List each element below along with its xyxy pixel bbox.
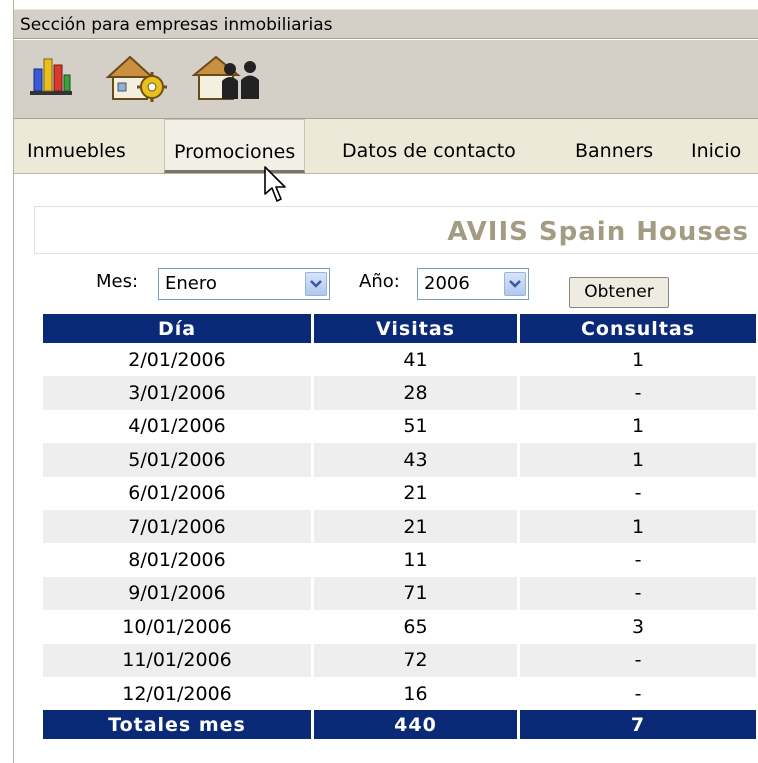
cell-consultas: - [634, 482, 642, 505]
cell-visitas: 65 [403, 615, 428, 638]
cell-consultas: - [520, 643, 756, 677]
cell-dia: 8/01/2006 [128, 549, 226, 572]
chevron-down-icon[interactable] [305, 272, 327, 296]
house-people-icon[interactable] [191, 53, 266, 103]
month-value: Enero [165, 273, 217, 294]
cell-dia: 5/01/2006 [43, 443, 311, 477]
table-row: 7/01/2006 21 1 [43, 509, 756, 544]
cell-visitas: 16 [403, 682, 428, 705]
cell-dia: 11/01/2006 [43, 643, 311, 677]
house-gear-icon[interactable] [104, 53, 170, 103]
cell-visitas: 43 [314, 443, 517, 477]
table-row: 11/01/2006 72- [43, 643, 756, 677]
cell-dia: 9/01/2006 [43, 576, 311, 611]
cell-consultas: 3 [631, 615, 645, 638]
cell-consultas: - [634, 549, 642, 572]
year-value: 2006 [424, 273, 470, 294]
column-header-visitas[interactable]: Visitas [314, 314, 517, 343]
cell-consultas: 1 [520, 509, 756, 544]
cell-consultas: 1 [631, 348, 645, 371]
obtener-button[interactable]: Obtener [569, 277, 669, 308]
cell-visitas: 21 [314, 509, 517, 544]
cell-consultas: - [520, 376, 756, 410]
cell-dia: 4/01/2006 [128, 415, 226, 438]
cell-dia: 7/01/2006 [43, 509, 311, 544]
totals-consultas: 7 [520, 710, 756, 740]
cell-dia: 3/01/2006 [43, 376, 311, 410]
year-select[interactable]: 2006 [417, 268, 529, 300]
cell-visitas: 72 [314, 643, 517, 677]
totals-label: Totales mes [43, 710, 311, 740]
nav-item-inmuebles[interactable]: Inmuebles [18, 119, 135, 173]
totals-row: Totales mes 440 7 [43, 710, 756, 740]
cell-visitas: 11 [403, 549, 428, 572]
month-label: Mes: [96, 271, 139, 292]
column-header-dia[interactable]: Día [43, 314, 311, 343]
column-header-consultas[interactable]: Consultas [520, 314, 756, 343]
stats-table: Día Visitas Consultas 2/01/2006 41 1 3/01/… [40, 314, 758, 740]
main-nav: Inmuebles Promociones Datos de contacto … [14, 119, 758, 174]
cell-visitas: 28 [314, 376, 517, 410]
cell-visitas: 41 [403, 348, 428, 371]
bar-chart-icon[interactable] [28, 53, 74, 103]
cell-dia: 2/01/2006 [128, 348, 226, 371]
cell-dia: 10/01/2006 [122, 615, 232, 638]
table-header-row: Día Visitas Consultas [43, 314, 756, 343]
cell-consultas: 1 [520, 443, 756, 477]
cell-consultas: 1 [631, 415, 645, 438]
totals-visitas: 440 [314, 710, 517, 740]
table-row: 2/01/2006 41 1 [43, 343, 756, 376]
nav-item-datos-contacto[interactable]: Datos de contacto [333, 119, 525, 173]
cell-visitas: 71 [314, 576, 517, 611]
nav-item-promociones[interactable]: Promociones [164, 119, 306, 173]
nav-item-banners[interactable]: Banners [566, 119, 662, 173]
table-row: 4/01/2006 51 1 [43, 410, 756, 443]
table-row: 10/01/2006 65 3 [43, 610, 756, 643]
section-title: Sección para empresas inmobiliarias [14, 9, 758, 39]
cell-dia: 6/01/2006 [128, 482, 226, 505]
table-row: 6/01/2006 21 - [43, 477, 756, 510]
month-select[interactable]: Enero [158, 268, 330, 300]
table-row: 8/01/2006 11 - [43, 543, 756, 576]
table-row: 12/01/2006 16 - [43, 677, 756, 710]
chevron-down-icon[interactable] [504, 272, 526, 296]
table-row: 9/01/2006 71- [43, 576, 756, 611]
icon-toolbar [14, 40, 758, 119]
cell-dia: 12/01/2006 [122, 682, 232, 705]
table-row: 3/01/2006 28- [43, 376, 756, 410]
mouse-cursor-icon [264, 166, 286, 202]
filter-bar: Mes: Enero Año: 2006 Obtener [14, 265, 758, 308]
app-frame: Sección para empresas inmobiliarias Inmu… [13, 0, 758, 763]
year-label: Año: [359, 271, 400, 292]
cell-visitas: 21 [403, 482, 428, 505]
cell-consultas: - [520, 576, 756, 611]
cell-consultas: - [634, 682, 642, 705]
cell-visitas: 51 [403, 415, 428, 438]
table-row: 5/01/2006 43 1 [43, 443, 756, 477]
company-name: AVIIS Spain Houses [34, 206, 758, 254]
nav-item-inicio[interactable]: Inicio [682, 119, 750, 173]
